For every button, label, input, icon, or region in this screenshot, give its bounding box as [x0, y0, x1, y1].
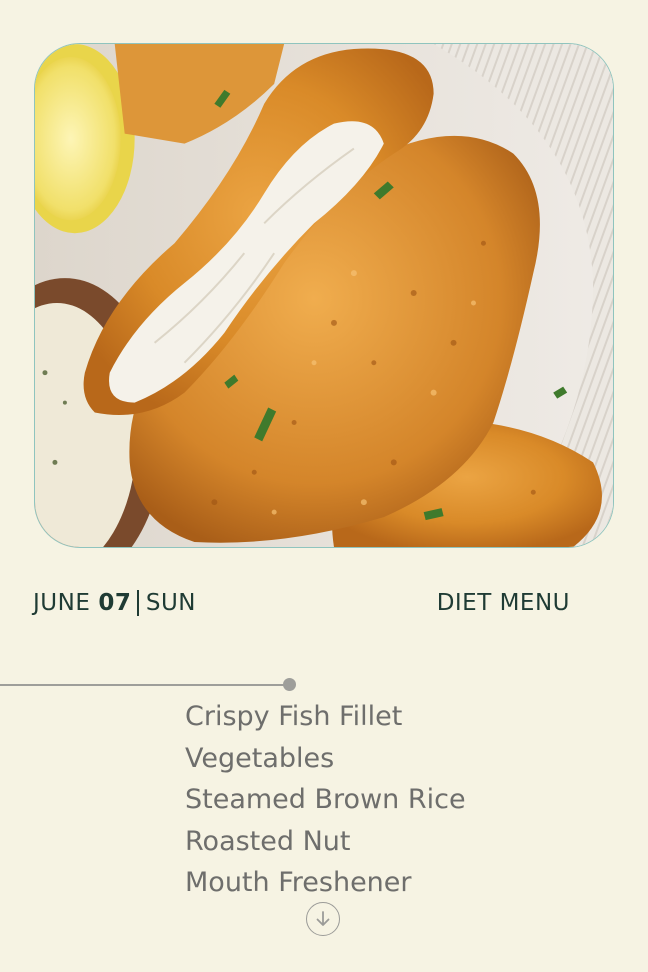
- timeline-dot: [283, 678, 296, 691]
- list-item: Mouth Freshener: [185, 867, 412, 898]
- diet-menu-page: JUNE 07 SUN DIET MENU Crispy Fish Fillet…: [0, 0, 648, 972]
- list-item: Crispy Fish Fillet: [185, 701, 403, 732]
- list-item: Vegetables: [185, 742, 335, 774]
- date-display: JUNE 07 SUN: [33, 590, 196, 616]
- scroll-down-button[interactable]: [306, 902, 340, 936]
- menu-title: DIET MENU: [436, 590, 570, 616]
- list-item: Steamed Brown Rice: [185, 784, 466, 815]
- list-item: Roasted Nut: [185, 825, 351, 857]
- crispy-fish-fillet-image: [35, 44, 613, 547]
- date-weekday: SUN: [145, 590, 197, 616]
- menu-list: Crispy Fish Fillet Vegetables Steamed Br…: [185, 696, 466, 904]
- date-day: 07: [98, 590, 132, 616]
- date-month: JUNE: [33, 590, 91, 616]
- date-separator: [137, 590, 139, 616]
- timeline-divider: [0, 684, 290, 686]
- arrow-down-circle-icon: [316, 911, 330, 926]
- food-photo: [34, 43, 614, 548]
